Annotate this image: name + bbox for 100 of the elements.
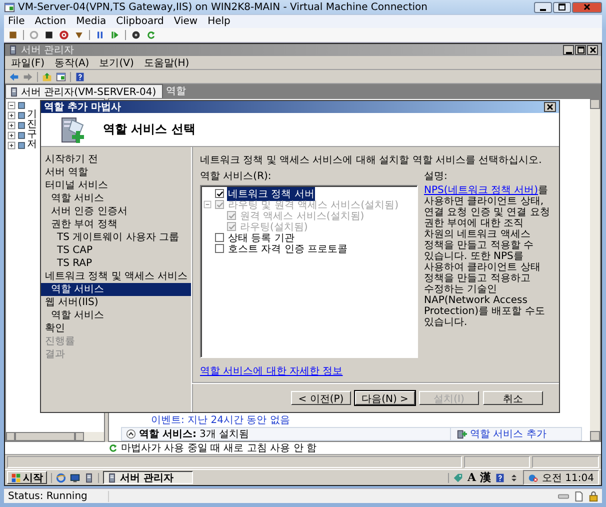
target-icon[interactable] <box>59 30 69 40</box>
menu-item[interactable]: View <box>174 16 198 27</box>
close-icon <box>545 102 555 112</box>
checkbox[interactable] <box>215 189 224 198</box>
menu-item[interactable]: 동작(A) <box>54 56 90 70</box>
close-icon <box>588 45 598 55</box>
window-title: 서버 관리자 <box>21 44 76 57</box>
wizard-step: 역할 서비스 <box>41 283 191 296</box>
minimize-icon <box>566 52 572 54</box>
taskbar-button[interactable]: 서버 관리자 <box>103 471 193 484</box>
server-icon <box>8 45 18 55</box>
menu-item[interactable]: 보기(V) <box>99 56 134 70</box>
description-link[interactable]: NPS(네트워크 정책 서버) <box>424 185 538 196</box>
wizard-step: TS CAP <box>41 244 191 257</box>
scroll-right-button[interactable] <box>75 432 84 441</box>
wizard-step: 역할 서비스 <box>41 309 191 322</box>
dialog-button[interactable]: 다음(N) > <box>355 390 415 404</box>
collapse-icon[interactable] <box>126 429 136 439</box>
menu-item[interactable]: Action <box>34 16 66 27</box>
menu-item[interactable]: File <box>8 16 25 27</box>
scroll-left-button[interactable] <box>6 432 15 441</box>
ime-button[interactable]: A <box>467 471 476 484</box>
minimize-button[interactable] <box>534 2 552 12</box>
expand-icon[interactable] <box>7 110 16 120</box>
scroll-down-button[interactable] <box>590 431 600 441</box>
play-icon[interactable] <box>110 30 120 40</box>
service-label[interactable]: 상태 등록 기관 <box>227 230 296 244</box>
section-title: 역할 서비스: <box>139 428 196 441</box>
globe-icon[interactable] <box>56 472 66 482</box>
scroll-thumb[interactable] <box>15 432 75 441</box>
section-count: 3개 설치됨 <box>199 428 250 441</box>
square-icon[interactable] <box>44 30 54 40</box>
tree-item[interactable]: 진 <box>27 120 37 130</box>
dialog-button[interactable]: 취소 <box>483 390 543 404</box>
ime-button[interactable]: 漢 <box>480 470 491 485</box>
wizard-step: TS RAP <box>41 257 191 270</box>
expand-icon[interactable] <box>7 130 16 140</box>
up-down-arrow-icon[interactable] <box>509 472 519 482</box>
menu-item[interactable]: Media <box>76 16 106 27</box>
maximize-button[interactable] <box>575 45 586 55</box>
refresh-icon <box>108 443 118 453</box>
server-icon[interactable] <box>84 472 94 482</box>
service-label[interactable]: 호스트 자격 인증 프로토콜 <box>227 242 349 256</box>
maximize-icon <box>576 45 586 55</box>
expand-icon[interactable] <box>7 120 16 130</box>
menu-item[interactable]: Help <box>208 16 230 27</box>
minimize-icon <box>540 8 546 10</box>
scrollbar[interactable] <box>590 99 600 441</box>
scrollbar[interactable] <box>6 432 104 441</box>
wizard-step: 서버 인증 인증서 <box>41 205 191 218</box>
checkbox[interactable] <box>215 233 224 242</box>
start-button[interactable]: 시작 <box>7 471 47 484</box>
back-arrow-icon[interactable] <box>9 72 19 82</box>
tab[interactable]: 서버 관리자(VM-SERVER-04) <box>5 84 164 98</box>
checkbox[interactable] <box>215 244 224 253</box>
instruction-text: 네트워크 정책 및 액세스 서비스에 대해 설치할 역할 서비스를 선택하십시오. <box>200 154 543 167</box>
refresh-notice: 마법사가 사용 중일 때 새로 고침 사용 안 함 <box>121 442 316 455</box>
maximize-icon <box>557 2 567 12</box>
disc-icon[interactable] <box>131 30 141 40</box>
wizard-step: 네트워크 정책 및 액세스 서비스 <box>41 270 191 283</box>
maximize-button[interactable] <box>553 2 571 12</box>
desktop-icon[interactable] <box>70 472 80 482</box>
panel-icon[interactable] <box>56 72 66 82</box>
triangle-icon[interactable] <box>74 30 84 40</box>
help-icon[interactable] <box>75 72 85 82</box>
wizard-step: 진행률 <box>41 335 191 348</box>
menu-item[interactable]: 도움말(H) <box>144 56 190 70</box>
add-role-services-link[interactable]: 역할 서비스 추가 <box>470 427 546 441</box>
service-label[interactable]: 네트워크 정책 서버 <box>227 186 316 200</box>
events-link[interactable]: 이벤트: 지난 24시간 동안 없음 <box>151 415 290 426</box>
dialog-title: 역할 추가 마법사 <box>44 101 121 114</box>
flag-icon <box>11 472 21 482</box>
tree-item[interactable]: 구 <box>27 130 37 140</box>
menu-item[interactable]: 파일(F) <box>11 56 45 70</box>
close-button[interactable] <box>572 2 602 12</box>
close-button[interactable] <box>544 102 556 112</box>
scroll-up-button[interactable] <box>590 99 600 109</box>
wizard-step: 확인 <box>41 322 191 335</box>
menu-item[interactable]: Clipboard <box>116 16 164 27</box>
network-icon[interactable] <box>528 472 538 482</box>
description-text: NPS(네트워크 정책 서버)를 사용하면 클라이언트 상태, 연결 요청 인증 및 연결 요청 권한 부여에 대한 조직 차원의 네트워크 액세스 정책을 만들고 적용할 수 있습니다. 또한 NPS를 사용하여 클라이언트 상태 정책을 만들고 적용하고 수정하는 기술인 NAP(Network Access Protection)를 배포할 수도 있습니다. <box>424 185 551 328</box>
wizard-step: 권한 부여 정책 <box>41 218 191 231</box>
wizard-step: 터미널 서비스 <box>41 179 191 192</box>
expand-icon[interactable] <box>7 140 16 150</box>
wizard-step: 결과 <box>41 348 191 361</box>
more-info-link[interactable]: 역할 서비스에 대한 자세한 정보 <box>200 364 343 378</box>
list-label: 역할 서비스(R): <box>200 170 272 183</box>
clock[interactable]: 오전 11:04 <box>542 470 594 484</box>
close-button[interactable] <box>587 45 598 55</box>
wizard-step: 웹 서버(IIS) <box>41 296 191 309</box>
close-icon <box>582 2 592 12</box>
window-icon <box>4 2 15 12</box>
help-icon[interactable] <box>495 472 505 482</box>
tree-item[interactable]: 기 <box>27 110 37 120</box>
dialog-button[interactable]: < 이전(P) <box>291 390 351 404</box>
refresh-icon[interactable] <box>146 30 156 40</box>
pause-icon[interactable] <box>95 30 105 40</box>
tree-item[interactable]: 저 <box>27 140 37 150</box>
collapse-icon[interactable] <box>7 100 16 110</box>
minimize-button[interactable] <box>563 45 574 55</box>
